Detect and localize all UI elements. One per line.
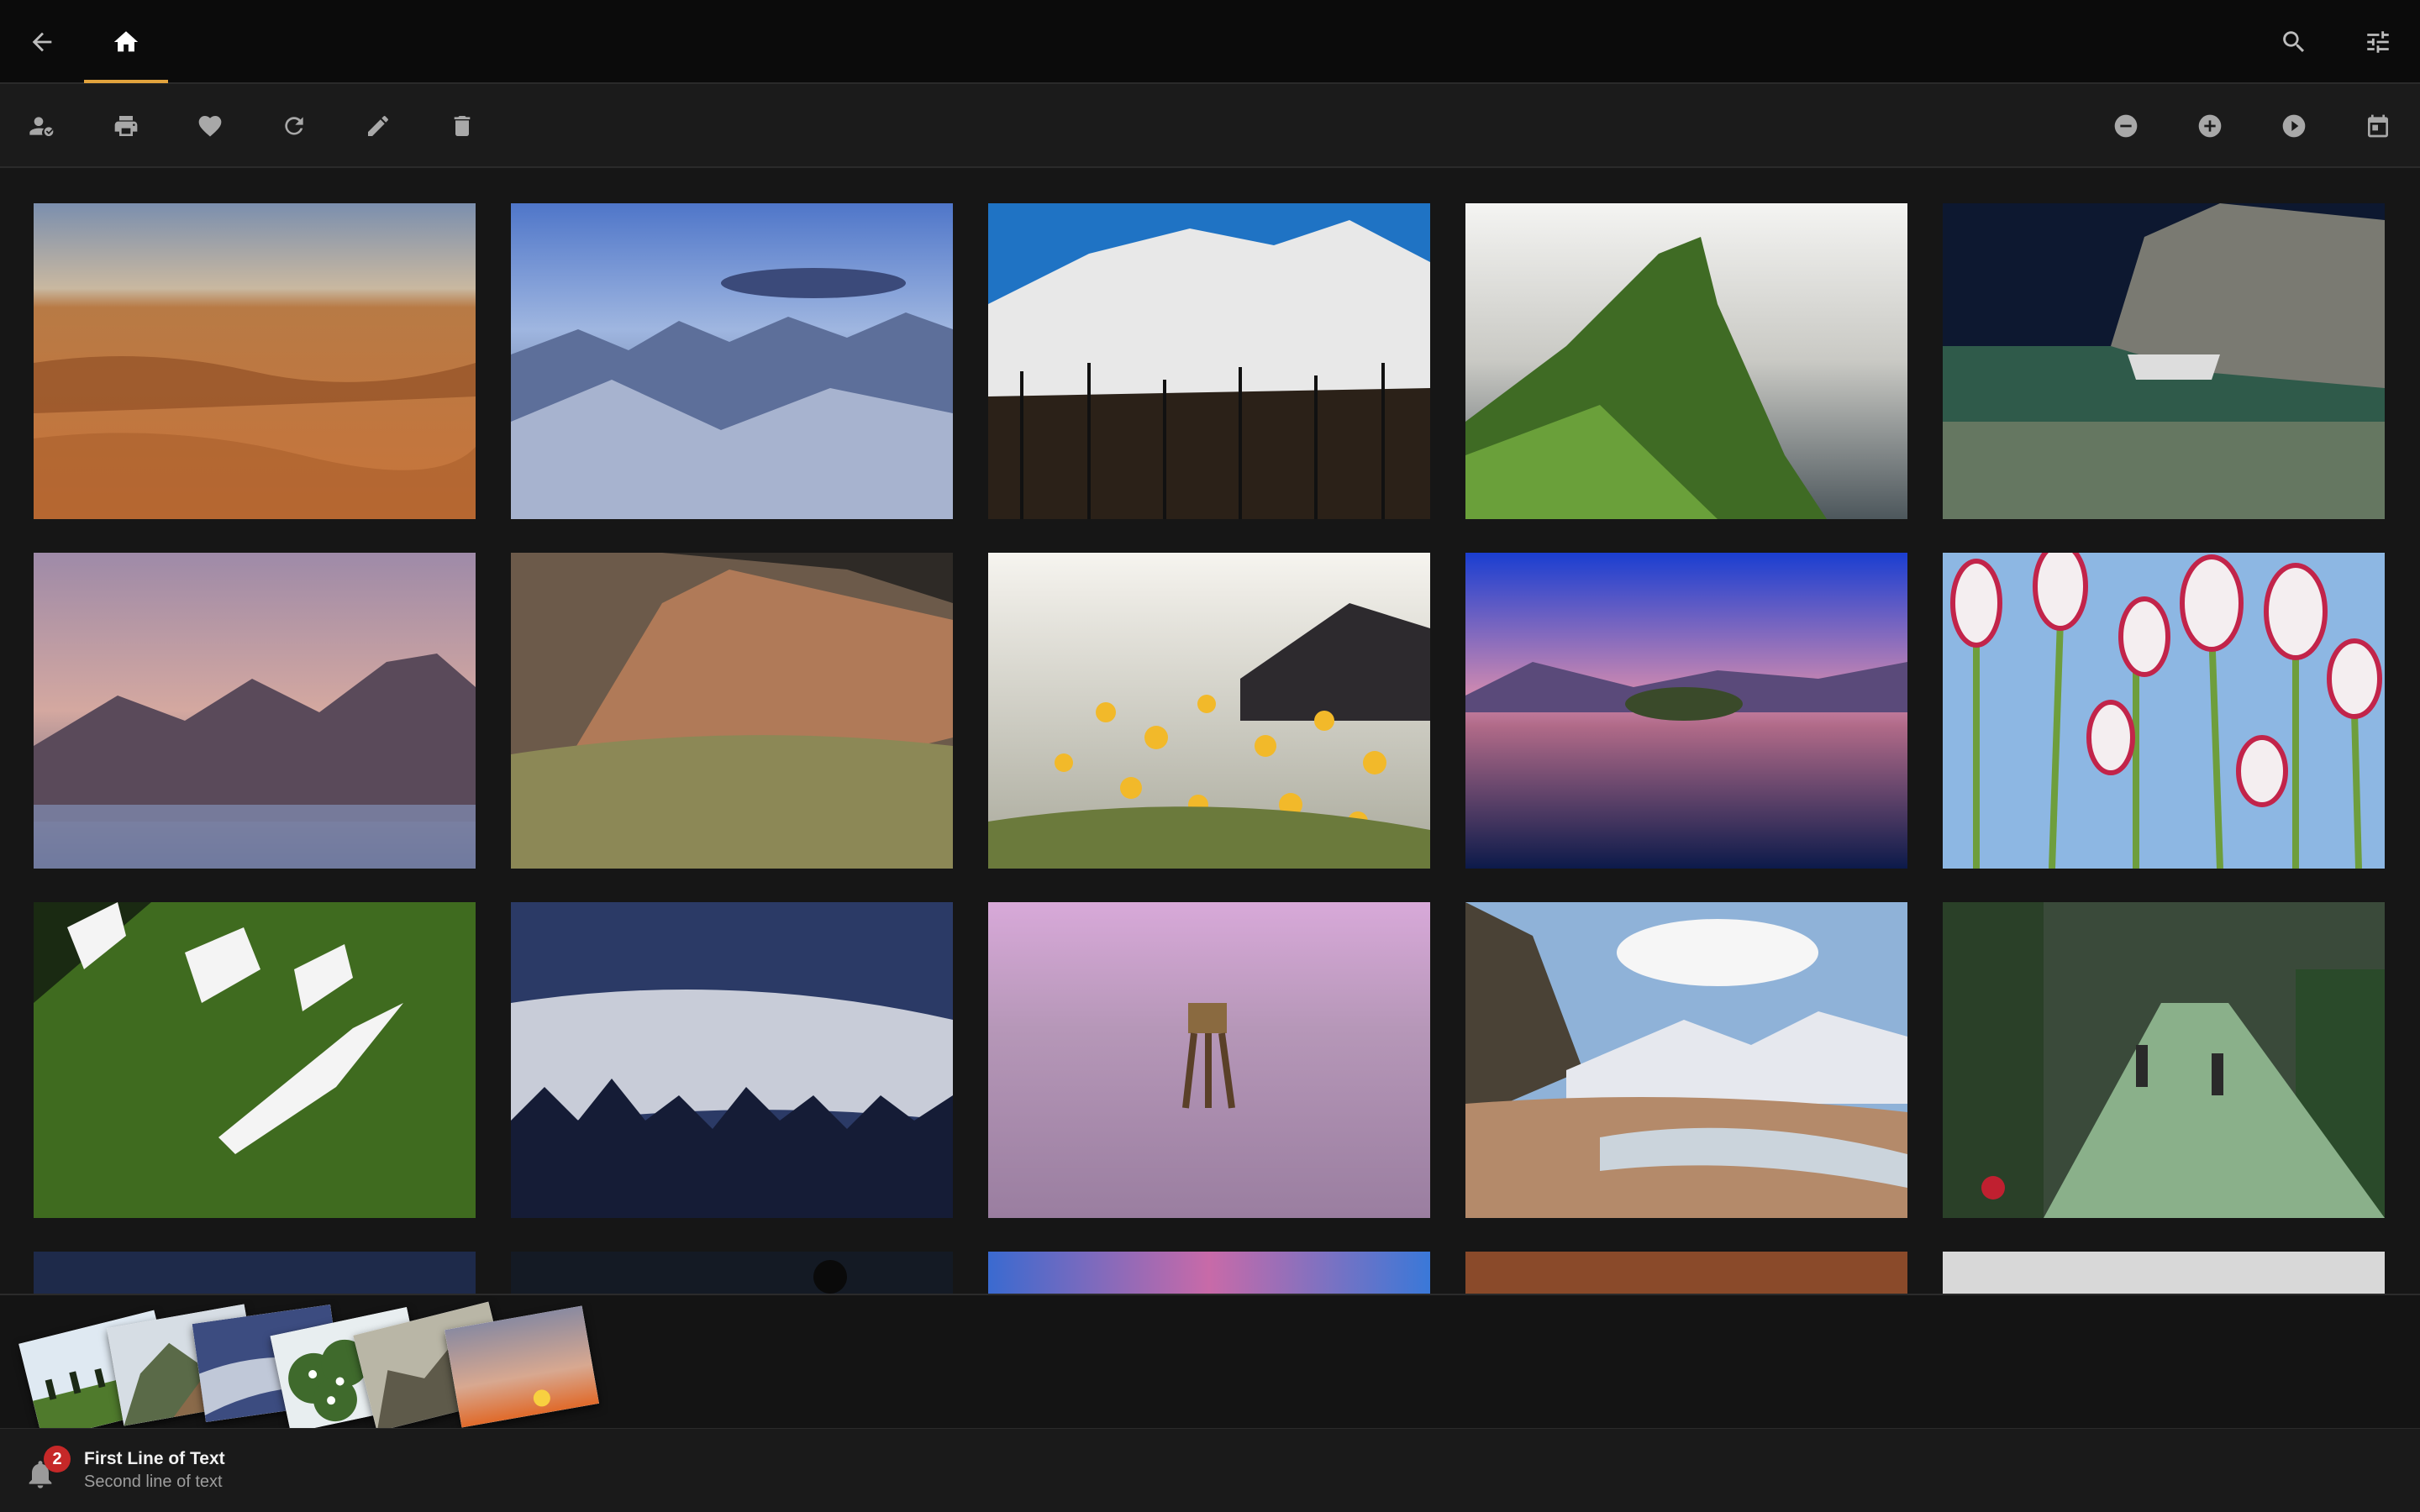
notification-bar: 2 First Line of Text Second line of text	[0, 1428, 2420, 1512]
delete-button[interactable]	[435, 99, 489, 153]
home-icon	[113, 31, 139, 52]
photo-thumbnail-snow-mountain-forest[interactable]	[988, 203, 1430, 519]
slideshow-button[interactable]	[2267, 99, 2321, 153]
filter-settings-button[interactable]	[2351, 15, 2405, 69]
photo-thumbnail-snowy-peaks[interactable]	[511, 203, 953, 519]
notification-subtitle: Second line of text	[84, 1473, 223, 1491]
photo-thumbnail-island-lake[interactable]	[1465, 553, 1907, 869]
edit-button[interactable]	[351, 99, 405, 153]
photo-thumbnail-partial-2[interactable]	[511, 1252, 953, 1294]
pencil-icon	[368, 116, 388, 136]
people-icon	[29, 117, 54, 136]
photo-thumbnail-partial-4[interactable]	[1465, 1252, 1907, 1294]
photo-thumbnail-foggy-forest[interactable]	[511, 902, 953, 1218]
photo-thumbnail-tulips[interactable]	[1943, 553, 2385, 869]
trash-icon	[454, 116, 471, 136]
notification-count-badge: 2	[44, 1446, 71, 1473]
play-icon	[2282, 114, 2306, 138]
photo-thumbnail-partial-3[interactable]	[988, 1252, 1430, 1294]
rotate-button[interactable]	[267, 99, 321, 153]
arrow-left-icon	[32, 32, 52, 52]
photo-thumbnail-misty-peaks[interactable]	[34, 553, 476, 869]
photo-thumbnail-green-snow-hills[interactable]	[34, 902, 476, 1218]
action-toolbar	[0, 84, 2420, 168]
zoom-out-button[interactable]	[2099, 99, 2153, 153]
tab-home[interactable]	[99, 15, 153, 69]
active-tab-indicator	[84, 80, 168, 83]
photo-thumbnail-partial-5[interactable]	[1943, 1252, 2385, 1294]
photo-thumbnail-yellow-flowers[interactable]	[988, 553, 1430, 869]
share-people-button[interactable]	[15, 99, 69, 153]
calendar-icon	[2368, 114, 2388, 138]
search-button[interactable]	[2267, 15, 2321, 69]
print-button[interactable]	[99, 99, 153, 153]
sliders-icon	[2367, 31, 2389, 53]
selection-tray	[0, 1294, 2420, 1428]
photo-thumbnail-canyon[interactable]	[34, 203, 476, 519]
heart-icon	[198, 115, 222, 137]
photo-thumbnail-rock-ridge[interactable]	[511, 553, 953, 869]
photo-thumbnail-green-cliff[interactable]	[1465, 203, 1907, 519]
photo-thumbnail-boat-cliff[interactable]	[1943, 203, 2385, 519]
favorite-button[interactable]	[183, 99, 237, 153]
notification-title: First Line of Text	[84, 1449, 225, 1468]
zoom-in-icon	[2198, 114, 2222, 138]
zoom-in-button[interactable]	[2183, 99, 2237, 153]
print-icon	[114, 116, 138, 136]
top-app-bar	[0, 0, 2420, 84]
zoom-out-icon	[2114, 114, 2138, 138]
photo-thumbnail-pier-post-lake[interactable]	[988, 902, 1430, 1218]
calendar-button[interactable]	[2351, 99, 2405, 153]
photo-thumbnail-partial-1[interactable]	[34, 1252, 476, 1294]
photo-thumbnail-mountain-stream[interactable]	[1465, 902, 1907, 1218]
search-icon	[2283, 31, 2305, 53]
back-button[interactable]	[15, 15, 69, 69]
refresh-icon	[285, 117, 303, 135]
photo-thumbnail-garden-path[interactable]	[1943, 902, 2385, 1218]
photo-grid	[0, 170, 2420, 1294]
